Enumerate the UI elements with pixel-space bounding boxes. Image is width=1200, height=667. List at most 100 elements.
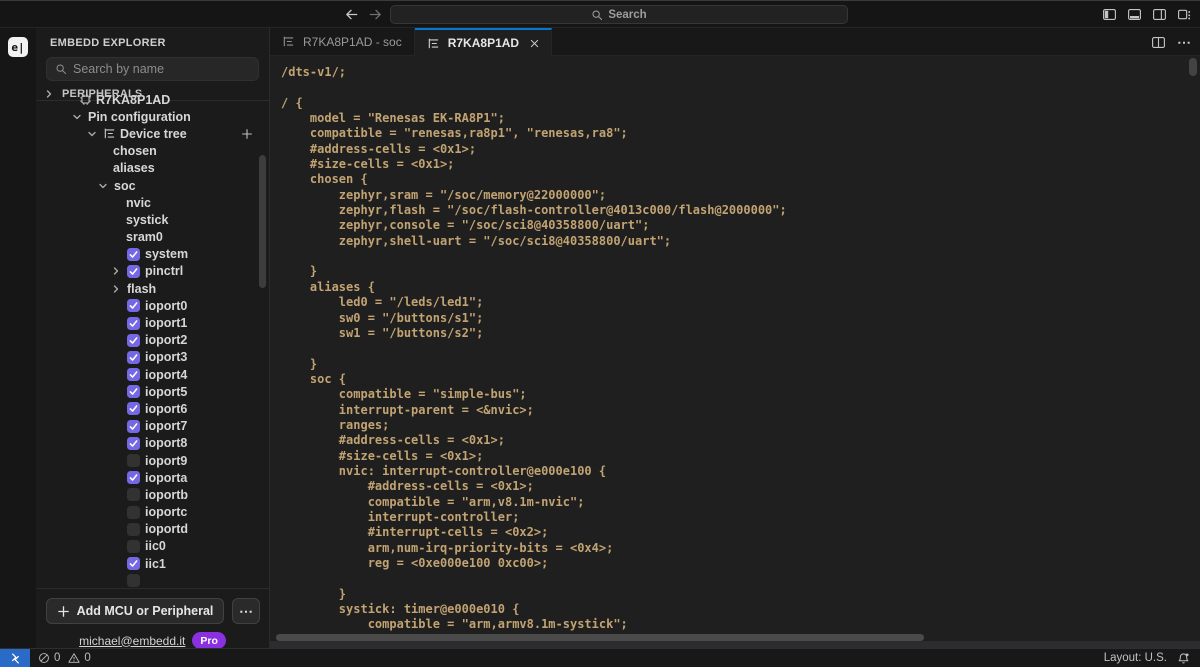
tree-item-systick[interactable]: systick	[36, 211, 269, 228]
checkbox[interactable]	[127, 454, 140, 467]
checkbox[interactable]	[127, 420, 140, 433]
more-actions-icon[interactable]: ⋯	[232, 598, 260, 624]
embedd-logo-icon[interactable]: e|	[8, 37, 28, 57]
tree-item-device-tree[interactable]: Device tree	[36, 125, 269, 142]
chevron-right-icon[interactable]	[111, 266, 127, 276]
tree-item-r7ka8p1ad[interactable]: R7KA8P1AD	[36, 91, 269, 108]
checkbox[interactable]	[127, 540, 140, 553]
tree-item-label: system	[145, 247, 188, 261]
tree-item-label: systick	[126, 213, 168, 227]
tree-item-aliases[interactable]: aliases	[36, 160, 269, 177]
tree-item-nvic[interactable]: nvic	[36, 194, 269, 211]
checkbox[interactable]	[127, 488, 140, 501]
checkbox[interactable]	[127, 471, 140, 484]
tree-item-ioport6[interactable]: ioport6	[36, 400, 269, 417]
error-icon	[38, 652, 50, 664]
tab-r7ka8p1ad-soc[interactable]: R7KA8P1AD - soc	[270, 28, 415, 56]
add-node-button[interactable]	[241, 128, 253, 140]
checkbox[interactable]	[127, 385, 140, 398]
tree-item-flash[interactable]: flash	[36, 280, 269, 297]
tree-item-ioport1[interactable]: ioport1	[36, 314, 269, 331]
tree-item-system[interactable]: system	[36, 246, 269, 263]
tree-item-iic1[interactable]: iic1	[36, 555, 269, 572]
tree-item-ioportb[interactable]: ioportb	[36, 486, 269, 503]
checkbox[interactable]	[127, 506, 140, 519]
back-icon[interactable]	[344, 7, 359, 22]
code-line: zephyr,flash = "/soc/flash-controller@40…	[281, 203, 1200, 218]
checkbox[interactable]	[127, 437, 140, 450]
tree-item-label: ioport8	[145, 436, 187, 450]
global-search[interactable]: Search	[390, 5, 848, 24]
checkbox[interactable]	[127, 557, 140, 570]
code-editor[interactable]: /dts-v1/; / { model = "Renesas EK-RA8P1"…	[270, 56, 1200, 648]
search-input[interactable]	[73, 62, 250, 76]
toggle-panel-icon[interactable]	[1125, 7, 1143, 22]
tree-item-sram0[interactable]: sram0	[36, 229, 269, 246]
checkbox[interactable]	[127, 265, 140, 278]
tree-item-ioport7[interactable]: ioport7	[36, 418, 269, 435]
chevron-down-icon[interactable]	[87, 129, 103, 139]
code-line: zephyr,console = "/soc/sci8@40358800/uar…	[281, 218, 1200, 233]
notifications-bell-icon[interactable]	[1177, 652, 1190, 665]
checkbox[interactable]	[127, 248, 140, 261]
checkbox[interactable]	[127, 402, 140, 415]
chevron-down-icon[interactable]	[72, 112, 88, 122]
customize-layout-icon[interactable]	[1175, 7, 1193, 22]
checkbox[interactable]	[127, 299, 140, 312]
checkbox[interactable]	[127, 351, 140, 364]
nav-arrows	[344, 1, 383, 28]
sidebar-search[interactable]	[46, 57, 259, 81]
split-editor-icon[interactable]	[1151, 35, 1166, 50]
code-line: chosen {	[281, 172, 1200, 187]
checkbox[interactable]	[127, 523, 140, 536]
tree-item-chosen[interactable]: chosen	[36, 143, 269, 160]
toggle-secondary-sidebar-icon[interactable]	[1150, 7, 1168, 22]
titlebar: Search	[0, 0, 1200, 28]
tree-item-ioport8[interactable]: ioport8	[36, 435, 269, 452]
tree-item-label: ioport7	[145, 419, 187, 433]
add-mcu-button[interactable]: Add MCU or Peripheral	[46, 598, 224, 624]
toggle-primary-sidebar-icon[interactable]	[1100, 7, 1118, 22]
tree-item-cut-off[interactable]	[36, 572, 269, 588]
tree-item-label: iic1	[145, 557, 166, 571]
editor-vertical-scrollbar[interactable]	[1189, 58, 1197, 76]
code-line: model = "Renesas EK-RA8P1";	[281, 111, 1200, 126]
account-email-link[interactable]: michael@embedd.it	[79, 634, 185, 648]
tree-item-soc[interactable]: soc	[36, 177, 269, 194]
tree-item-ioport0[interactable]: ioport0	[36, 297, 269, 314]
tree-item-label: ioportd	[145, 522, 188, 536]
code-line: systick: timer@e000e010 {	[281, 602, 1200, 617]
tree-item-ioport4[interactable]: ioport4	[36, 366, 269, 383]
tab-r7ka8p1ad[interactable]: R7KA8P1AD	[415, 28, 552, 56]
checkbox[interactable]	[127, 317, 140, 330]
checkbox[interactable]	[127, 574, 140, 587]
code-line: #address-cells = <0x1>;	[281, 479, 1200, 494]
remote-indicator[interactable]	[0, 649, 30, 667]
checkbox[interactable]	[127, 368, 140, 381]
forward-icon[interactable]	[368, 7, 383, 22]
plan-badge: Pro	[192, 632, 226, 649]
editor-actions: ⋯	[1151, 28, 1191, 56]
device-tree-icon	[427, 37, 441, 50]
tree-item-ioport2[interactable]: ioport2	[36, 332, 269, 349]
keyboard-layout[interactable]: Layout: U.S.	[1104, 652, 1167, 664]
close-icon[interactable]	[530, 39, 539, 48]
tree-item-ioportd[interactable]: ioportd	[36, 521, 269, 538]
problems-indicator[interactable]: 0 0	[38, 652, 95, 664]
sidebar-scrollbar[interactable]	[259, 155, 266, 288]
checkbox[interactable]	[127, 334, 140, 347]
tree-item-ioport9[interactable]: ioport9	[36, 452, 269, 469]
tree-icon	[103, 127, 118, 140]
tree-item-ioport5[interactable]: ioport5	[36, 383, 269, 400]
editor-horizontal-scrollbar[interactable]	[276, 634, 924, 641]
chevron-right-icon[interactable]	[111, 284, 127, 294]
tree-item-pin-configuration[interactable]: Pin configuration	[36, 108, 269, 125]
tree-item-ioport3[interactable]: ioport3	[36, 349, 269, 366]
code-line: aliases {	[281, 280, 1200, 295]
chevron-down-icon[interactable]	[98, 181, 114, 191]
tree-item-ioporta[interactable]: ioporta	[36, 469, 269, 486]
tree-item-label: ioport6	[145, 402, 187, 416]
tree-item-pinctrl[interactable]: pinctrl	[36, 263, 269, 280]
tree-item-iic0[interactable]: iic0	[36, 538, 269, 555]
tree-item-ioportc[interactable]: ioportc	[36, 504, 269, 521]
